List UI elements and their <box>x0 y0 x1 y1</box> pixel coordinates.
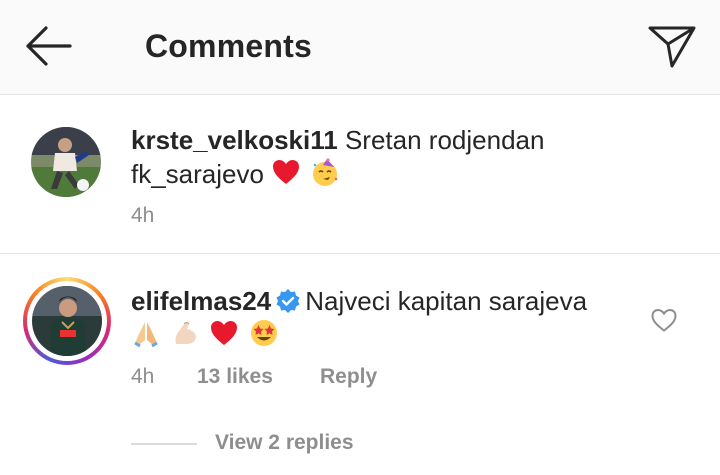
heart-outline-icon <box>651 308 677 332</box>
verified-badge-icon <box>276 289 300 313</box>
flexed-biceps-emoji <box>175 321 197 344</box>
comment-body: elifelmas24 Najveci kapitan sarajeva <box>131 284 641 352</box>
comment-text: Sretan rodjendan <box>344 125 545 155</box>
likes-count[interactable]: 13 likes <box>197 365 273 389</box>
comment-username[interactable]: krste_velkoski11 <box>131 125 338 155</box>
back-button[interactable] <box>20 22 76 70</box>
page-title: Comments <box>145 28 312 64</box>
arrow-left-icon <box>26 26 72 66</box>
reply-button[interactable]: Reply <box>320 365 377 389</box>
red-heart-emoji <box>273 160 300 184</box>
folded-hands-emoji <box>134 322 158 348</box>
comment-mention[interactable]: fk_sarajevo <box>131 159 264 189</box>
comment-body: krste_velkoski11 Sretan rodjendan fk_sar… <box>131 123 691 191</box>
paper-plane-icon <box>648 26 696 68</box>
comment-username[interactable]: elifelmas24 <box>131 286 271 316</box>
story-ring[interactable] <box>23 277 111 365</box>
red-heart-emoji <box>211 321 238 345</box>
comment-time: 4h <box>131 204 155 227</box>
comment-item: elifelmas24 Najveci kapitan sarajeva 4h <box>0 255 720 475</box>
avatar[interactable] <box>32 286 102 356</box>
comment-time: 4h <box>131 365 155 388</box>
share-button[interactable] <box>644 20 700 72</box>
star-struck-emoji <box>250 320 277 346</box>
comment-text: Najveci kapitan sarajeva <box>305 286 588 316</box>
view-replies-button[interactable]: View 2 replies <box>215 431 354 455</box>
partying-face-emoji <box>313 158 338 186</box>
top-bar: Comments <box>0 0 720 95</box>
comment-item: krste_velkoski11 Sretan rodjendan fk_sar… <box>0 96 720 254</box>
avatar[interactable] <box>31 127 101 197</box>
like-comment-button[interactable] <box>650 307 678 333</box>
divider <box>131 443 197 445</box>
